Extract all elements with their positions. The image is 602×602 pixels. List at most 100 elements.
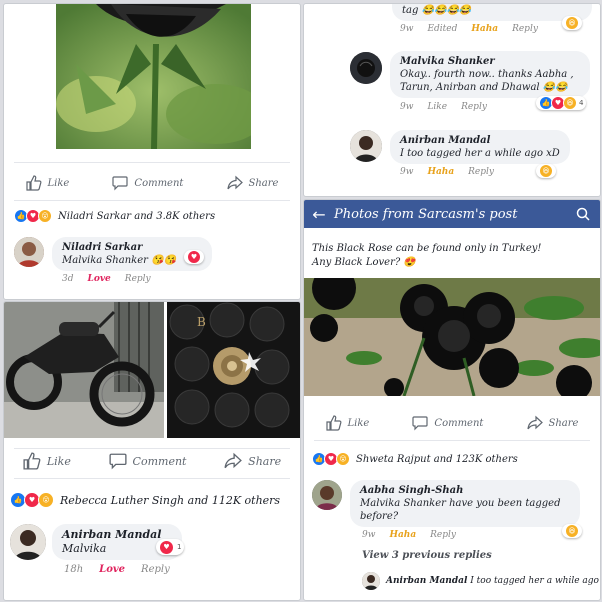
comment-author[interactable]: Anirban Mandal xyxy=(400,134,560,147)
comment-reaction-count[interactable]: 👍 ♥ 😆 4 xyxy=(536,96,587,110)
reply-link[interactable]: Reply xyxy=(468,167,494,177)
comment-text: Malvika Shanker have you been tagged bef… xyxy=(360,498,561,522)
divider xyxy=(314,440,590,441)
comment-meta: 9w Edited Haha Reply xyxy=(400,24,538,34)
post-action-bar: Like Comment Share xyxy=(4,449,300,473)
divider xyxy=(14,478,290,479)
comment-meta: 3d Love Reply xyxy=(62,274,151,284)
black-rose-photo[interactable] xyxy=(56,4,251,149)
wow-reaction-icon: 😮 xyxy=(38,492,54,508)
view-previous-replies-link[interactable]: View 3 previous replies xyxy=(362,550,492,561)
avatar[interactable] xyxy=(14,237,44,267)
haha-reaction-icon: 😆 xyxy=(565,524,579,538)
comment-meta: 18h Love Reply xyxy=(64,564,170,575)
search-icon[interactable] xyxy=(576,207,590,221)
avatar[interactable] xyxy=(350,130,382,162)
comment-icon xyxy=(108,453,127,470)
thumbs-up-icon xyxy=(23,452,41,470)
like-link[interactable]: Like xyxy=(427,102,447,112)
like-label: Like xyxy=(46,454,71,468)
caption-line-2: Any Black Lover? 😍 xyxy=(312,257,416,268)
haha-reaction-link[interactable]: Haha xyxy=(427,167,454,177)
share-button[interactable]: Share xyxy=(226,175,279,191)
comment-author[interactable]: Aabha Singh-Shah xyxy=(360,484,570,497)
divider xyxy=(14,200,290,201)
love-reaction-link[interactable]: Love xyxy=(88,274,111,284)
header-title: Photos from Sarcasm's post xyxy=(334,206,518,222)
comment-time: 9w xyxy=(400,24,414,34)
black-roses-photo[interactable] xyxy=(304,278,600,396)
share-icon xyxy=(224,452,243,469)
comment-time: 9w xyxy=(400,167,414,177)
reply-text: I too tagged her a while ago xD xyxy=(470,576,601,586)
back-arrow-icon[interactable]: ← xyxy=(304,205,334,224)
comment-meta: 9w Like Reply xyxy=(400,102,487,112)
comment-reaction-count[interactable]: ♥ 1 xyxy=(156,539,185,555)
haha-reaction-link[interactable]: Haha xyxy=(389,530,416,540)
reactions-summary[interactable]: 👍 ♥ 😮 Niladri Sarkar and 3.8K others xyxy=(14,209,215,223)
divider xyxy=(14,162,290,163)
avatar[interactable] xyxy=(312,480,342,510)
comment-text: Malvika Shanker xyxy=(62,255,148,266)
share-label: Share xyxy=(548,417,579,429)
avatar[interactable] xyxy=(10,524,46,560)
haha-reaction-icon: 😆 xyxy=(565,16,579,30)
comment-icon xyxy=(112,176,129,191)
comment-icon xyxy=(412,416,429,431)
view-previous-replies-text: View 3 previous replies xyxy=(362,550,492,561)
reply-link[interactable]: Reply xyxy=(430,530,456,540)
comment-author[interactable]: Malvika Shanker xyxy=(400,55,580,68)
reactions-summary-text: Niladri Sarkar and 3.8K others xyxy=(58,210,216,222)
love-reaction-icon: ♥ xyxy=(187,250,201,264)
reply-preview[interactable]: Anirban Mandal I too tagged her a while … xyxy=(386,576,601,586)
motorcycle-photo[interactable] xyxy=(4,302,164,438)
wow-reaction-icon: 😮 xyxy=(336,452,350,466)
comment-author[interactable]: Niladri Sarkar xyxy=(62,241,202,254)
comment-reaction-count[interactable]: 😆 xyxy=(562,16,582,30)
comment-reaction-count[interactable]: ♥ xyxy=(184,250,204,264)
caption-line-1: This Black Rose can be found only in Tur… xyxy=(312,243,542,254)
comment-text: tag 😂😂😂😂 xyxy=(402,5,472,16)
comment-meta: 9w Haha Reply xyxy=(362,530,456,540)
reply-link[interactable]: Reply xyxy=(512,24,538,34)
haha-reaction-icon: 😆 xyxy=(539,164,553,178)
comment-text: Malvika xyxy=(62,542,107,555)
reactions-summary[interactable]: 👍 ♥ 😮 Shweta Rajput and 123K others xyxy=(312,452,518,466)
share-icon xyxy=(526,415,543,430)
like-button[interactable]: Like xyxy=(23,452,71,470)
black-rose-box-photo[interactable]: B xyxy=(167,302,300,438)
like-button[interactable]: Like xyxy=(325,415,370,431)
comment-author[interactable]: Anirban Mandal xyxy=(62,528,172,542)
like-button[interactable]: Like xyxy=(25,175,69,191)
comment-time: 18h xyxy=(64,564,84,575)
comment-button[interactable]: Comment xyxy=(108,452,186,470)
haha-reaction-icon: 😆 xyxy=(563,96,577,110)
share-label: Share xyxy=(248,177,279,189)
comment-reaction-count[interactable]: 😆 xyxy=(562,524,582,538)
love-reaction-link[interactable]: Love xyxy=(99,564,125,575)
reply-link[interactable]: Reply xyxy=(125,274,151,284)
like-label: Like xyxy=(347,417,370,429)
thumbs-up-icon xyxy=(325,415,342,431)
love-reaction-icon: ♥ xyxy=(159,539,174,555)
reply-link[interactable]: Reply xyxy=(461,102,487,112)
share-button[interactable]: Share xyxy=(224,452,281,470)
reactions-summary[interactable]: 👍 ♥ 😮 Rebecca Luther Singh and 112K othe… xyxy=(10,492,280,508)
avatar[interactable] xyxy=(350,52,382,84)
comment-reaction-count[interactable]: 😆 xyxy=(536,164,556,178)
comment-label: Comment xyxy=(134,177,184,189)
reactions-summary-text: Rebecca Luther Singh and 112K others xyxy=(60,493,281,507)
comment-button[interactable]: Comment xyxy=(112,175,183,191)
haha-reaction-link[interactable]: Haha xyxy=(471,24,498,34)
comment-label: Comment xyxy=(434,417,484,429)
comment-emoji: 😘😘 xyxy=(151,255,176,266)
photo-post-card: ← Photos from Sarcasm's post This Black … xyxy=(303,199,601,601)
app-header: ← Photos from Sarcasm's post xyxy=(304,200,600,228)
comment-button[interactable]: Comment xyxy=(412,415,483,431)
avatar[interactable] xyxy=(362,572,380,590)
comment-text: I too tagged her a while ago xD xyxy=(400,148,560,159)
comment-bubble: tag 😂😂😂😂 xyxy=(392,4,592,21)
share-button[interactable]: Share xyxy=(526,415,579,431)
reply-link[interactable]: Reply xyxy=(141,564,170,575)
post-action-bar: Like Comment Share xyxy=(4,172,300,194)
